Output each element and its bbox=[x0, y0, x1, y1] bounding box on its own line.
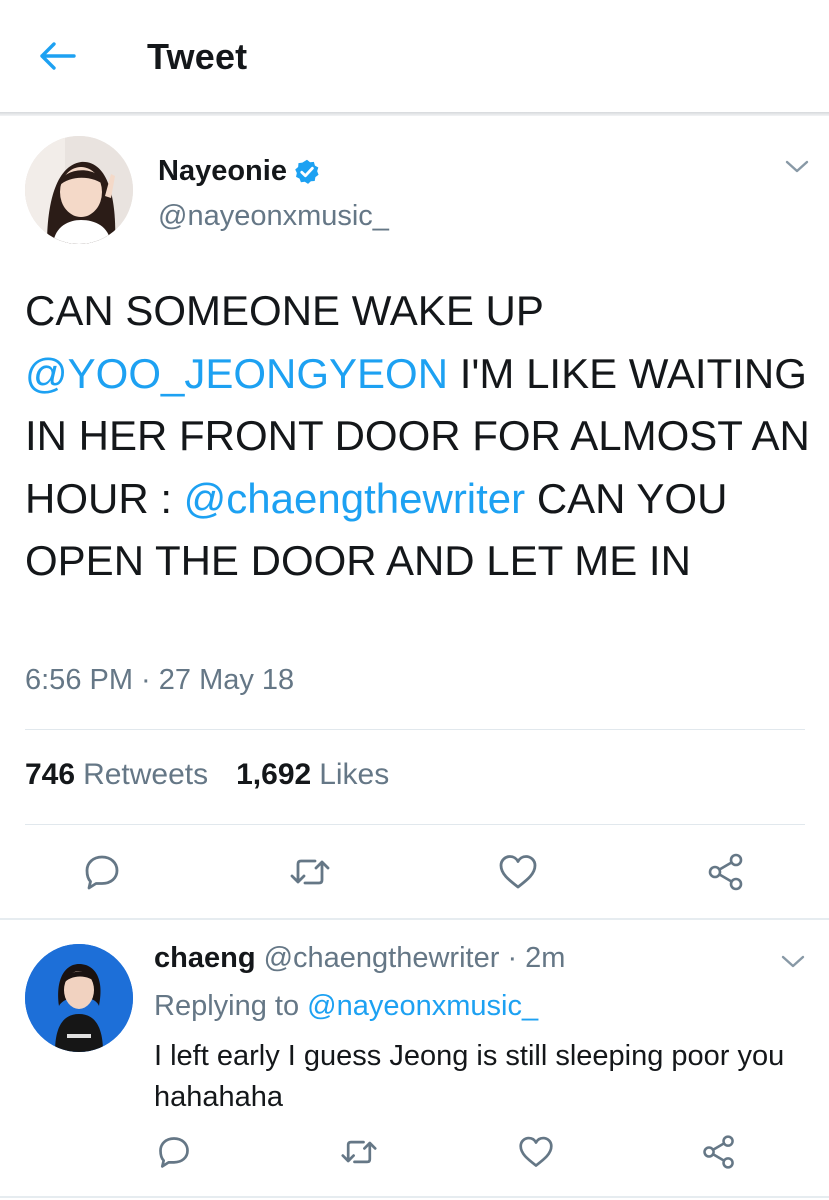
chevron-down-icon[interactable] bbox=[778, 951, 808, 973]
like-icon bbox=[519, 1136, 553, 1167]
likes-label[interactable]: Likes bbox=[319, 758, 389, 792]
like-icon bbox=[499, 855, 537, 889]
section-divider bbox=[0, 918, 829, 920]
retweet-icon bbox=[341, 1140, 377, 1164]
verified-badge-icon bbox=[295, 159, 319, 184]
author-name[interactable]: Nayeonie bbox=[158, 155, 321, 188]
replying-to: Replying to @nayeonxmusic_ bbox=[154, 990, 538, 1023]
replying-to-mention[interactable]: @nayeonxmusic_ bbox=[307, 990, 538, 1022]
section-divider bbox=[0, 1196, 829, 1198]
reply-share-button[interactable] bbox=[699, 1132, 739, 1172]
replying-prefix: Replying to bbox=[154, 990, 300, 1022]
reply-author-name[interactable]: chaeng bbox=[154, 942, 256, 974]
tweet-text: CAN SOMEONE WAKE UP @YOO_JEONGYEON I'M L… bbox=[25, 280, 815, 593]
divider bbox=[25, 824, 805, 825]
reply-icon bbox=[159, 1137, 189, 1168]
mention-link[interactable]: @chaengthewriter bbox=[184, 475, 525, 522]
app-header: Tweet bbox=[0, 0, 829, 113]
reply-reply-button[interactable] bbox=[154, 1132, 194, 1172]
back-button[interactable] bbox=[36, 36, 80, 76]
reply-time: · 2m bbox=[507, 942, 566, 974]
share-icon bbox=[703, 1135, 734, 1169]
mention-link[interactable]: @YOO_JEONGYEON bbox=[25, 350, 448, 397]
author-handle[interactable]: @nayeonxmusic_ bbox=[158, 200, 389, 233]
reply-text: I left early I guess Jeong is still slee… bbox=[154, 1040, 785, 1113]
back-arrow-icon bbox=[40, 42, 76, 70]
avatar-image bbox=[25, 944, 133, 1052]
chevron-down-icon[interactable] bbox=[782, 156, 812, 178]
retweets-count[interactable]: 746 bbox=[25, 758, 75, 792]
retweets-label[interactable]: Retweets bbox=[83, 758, 208, 792]
likes-count[interactable]: 1,692 bbox=[236, 758, 311, 792]
author-name-text: Nayeonie bbox=[158, 155, 287, 187]
tweet-text-part: CAN SOMEONE WAKE UP bbox=[25, 287, 544, 334]
like-button[interactable] bbox=[496, 850, 540, 894]
reply-button[interactable] bbox=[80, 850, 124, 894]
avatar-image bbox=[25, 136, 133, 244]
author-avatar[interactable] bbox=[25, 136, 133, 244]
page-title: Tweet bbox=[147, 36, 248, 77]
share-button[interactable] bbox=[704, 850, 748, 894]
retweet-icon bbox=[290, 859, 330, 885]
reply-header: chaeng @chaengthewriter · 2m bbox=[154, 942, 565, 975]
header-divider bbox=[0, 112, 829, 116]
reply-author-handle[interactable]: @chaengthewriter bbox=[264, 942, 500, 974]
share-icon bbox=[708, 853, 743, 891]
reply-retweet-button[interactable] bbox=[338, 1132, 380, 1172]
reply-icon bbox=[85, 855, 119, 890]
retweet-button[interactable] bbox=[287, 850, 333, 894]
tweet-timestamp[interactable]: 6:56 PM · 27 May 18 bbox=[25, 664, 294, 697]
reply-like-button[interactable] bbox=[516, 1132, 556, 1172]
tweet-stats: 746 Retweets 1,692 Likes bbox=[25, 758, 409, 792]
divider bbox=[25, 729, 805, 730]
reply-author-avatar[interactable] bbox=[25, 944, 133, 1052]
